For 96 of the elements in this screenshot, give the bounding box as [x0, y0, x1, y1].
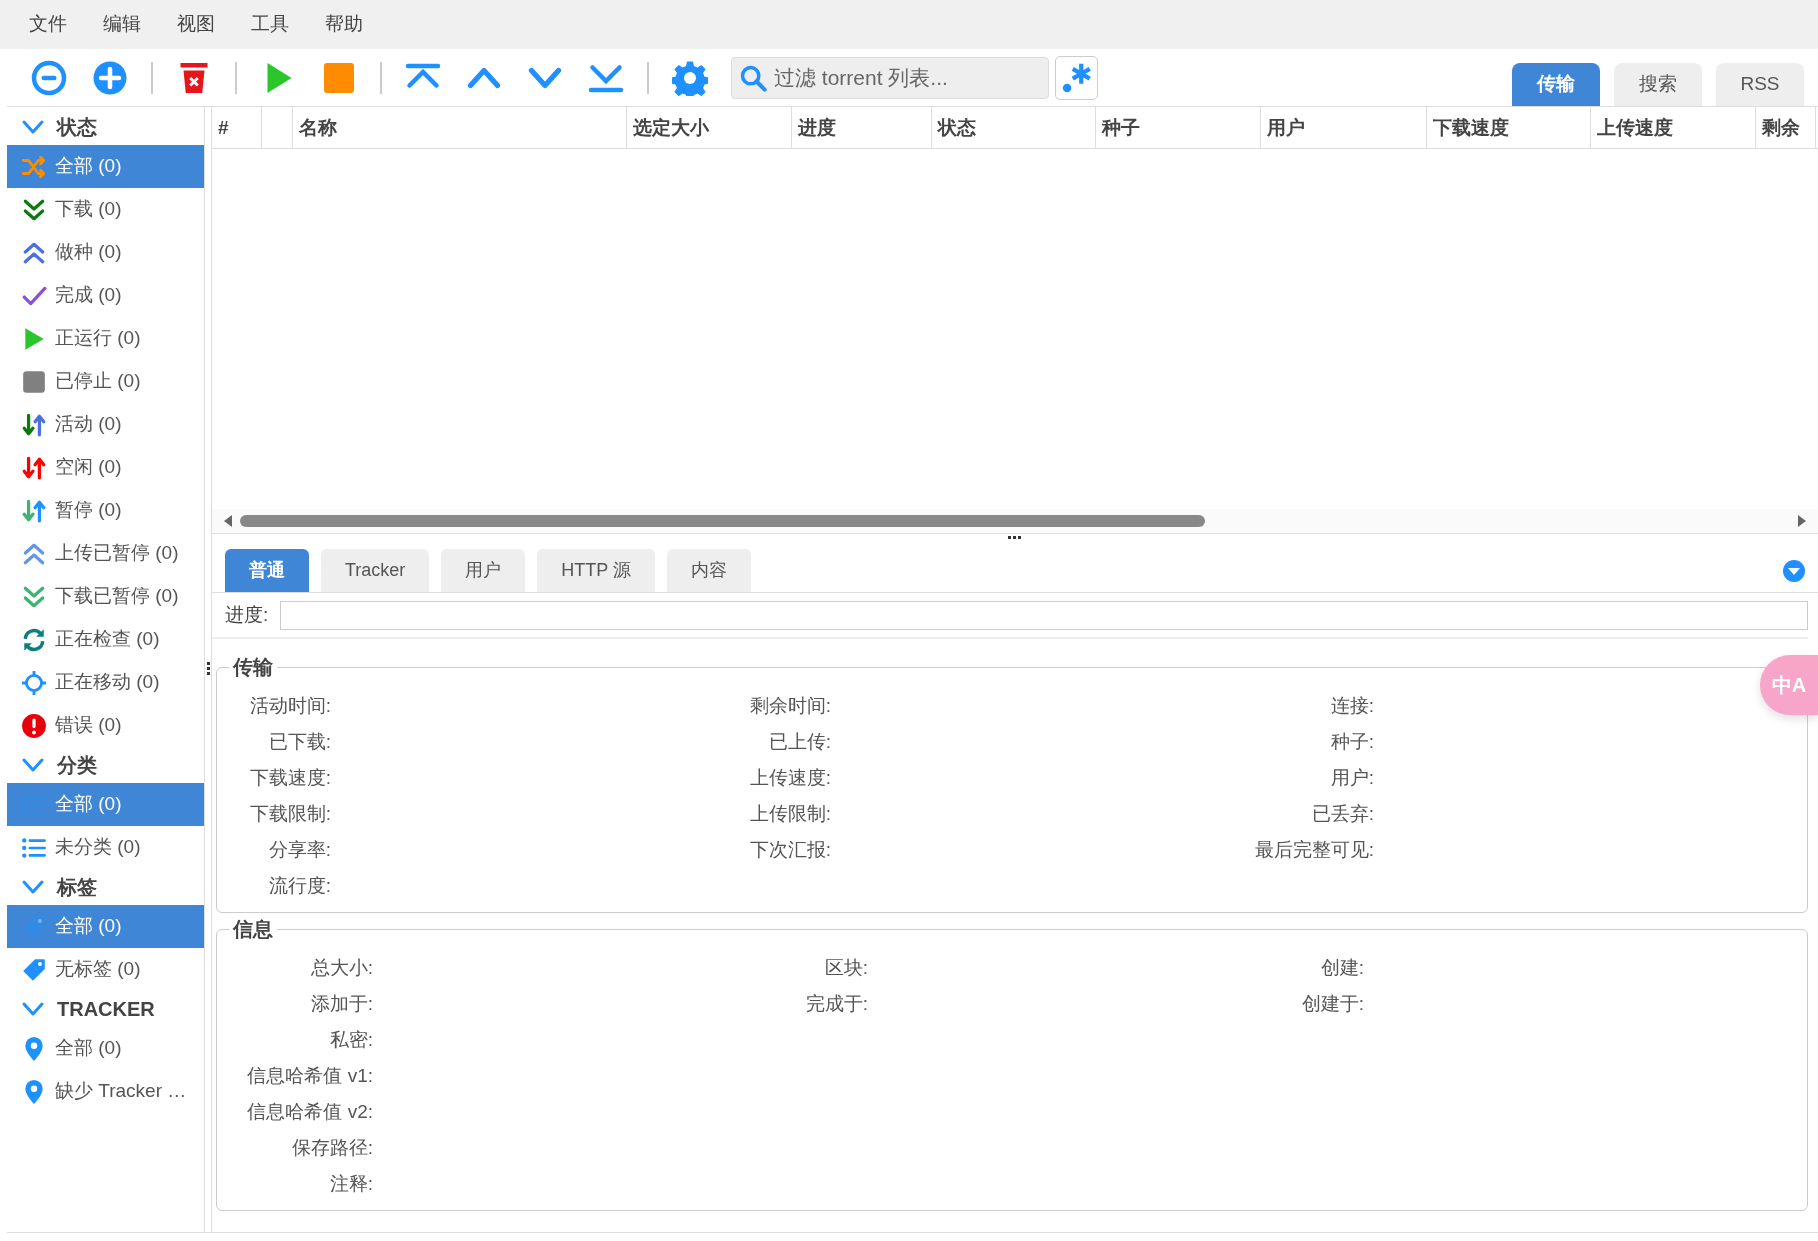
- filter-item[interactable]: 全部 (0): [7, 905, 204, 948]
- filter-item[interactable]: 无标签 (0): [7, 948, 204, 991]
- field-label: 已上传:: [768, 729, 831, 754]
- column-header[interactable]: 上传速度: [1591, 107, 1756, 148]
- menu-item[interactable]: 视图: [177, 10, 215, 39]
- field-label: 上传速度:: [749, 765, 831, 790]
- menu-item[interactable]: 工具: [251, 10, 289, 39]
- error-icon: [21, 712, 47, 739]
- square-icon: [21, 368, 47, 395]
- field-label: 完成于:: [805, 991, 868, 1016]
- detail-tab[interactable]: 用户: [441, 549, 526, 592]
- field-label: 下载速度:: [249, 765, 331, 790]
- crosshair-icon: [21, 669, 47, 696]
- section-header[interactable]: 分类: [7, 747, 204, 783]
- menu-item[interactable]: 编辑: [103, 10, 141, 39]
- field-label: 信息哈希值 v2:: [247, 1099, 373, 1124]
- settings-icon[interactable]: [672, 59, 708, 96]
- field-label: 保存路径:: [291, 1135, 373, 1160]
- field-label: 私密:: [329, 1027, 373, 1052]
- field-label: 已丢弃:: [1311, 801, 1374, 826]
- filter-item[interactable]: 正在检查 (0): [7, 618, 204, 661]
- filter-item[interactable]: 完成 (0): [7, 274, 204, 317]
- add-icon[interactable]: [92, 59, 128, 96]
- filter-item[interactable]: 未分类 (0): [7, 826, 204, 869]
- tag-icon: [21, 913, 47, 940]
- field-label: 剩余时间:: [749, 693, 831, 718]
- splitter-handle[interactable]: [1008, 536, 1022, 540]
- field-label: 最后完整可见:: [1254, 837, 1374, 862]
- detail-tab[interactable]: HTTP 源: [537, 549, 655, 592]
- column-header[interactable]: #: [212, 107, 262, 148]
- section-header[interactable]: 标签: [7, 869, 204, 905]
- filter-item[interactable]: 上传已暂停 (0): [7, 532, 204, 575]
- field-label: 创建:: [1320, 955, 1364, 980]
- filter-item[interactable]: 缺少 Tracker …: [7, 1070, 204, 1113]
- refresh-icon: [21, 626, 47, 653]
- section-header[interactable]: 状态: [7, 109, 204, 145]
- menu-item[interactable]: 帮助: [325, 10, 363, 39]
- field-label: 分享率:: [268, 837, 331, 862]
- filter-item[interactable]: 下载已暂停 (0): [7, 575, 204, 618]
- column-header[interactable]: 下载速度: [1427, 107, 1591, 148]
- column-header[interactable]: 进度: [792, 107, 932, 148]
- scroll-left-icon[interactable]: [222, 514, 234, 528]
- filter-item[interactable]: 全部 (0): [7, 1027, 204, 1070]
- column-header[interactable]: 用户: [1261, 107, 1427, 148]
- field-label: 添加于:: [310, 991, 373, 1016]
- scroll-right-icon[interactable]: [1796, 514, 1808, 528]
- field-label: 下次汇报:: [749, 837, 831, 862]
- detail-tab[interactable]: Tracker: [321, 549, 430, 592]
- link-icon[interactable]: [31, 59, 67, 96]
- filter-item[interactable]: 活动 (0): [7, 403, 204, 446]
- section-header[interactable]: TRACKER: [7, 991, 204, 1027]
- tag-icon: [21, 956, 47, 983]
- field-label: 连接:: [1330, 693, 1374, 718]
- search-field[interactable]: 过滤 torrent 列表...: [731, 56, 1049, 99]
- field-label: 用户:: [1330, 765, 1374, 790]
- filter-item[interactable]: 错误 (0): [7, 704, 204, 747]
- filter-item[interactable]: 已停止 (0): [7, 360, 204, 403]
- field-label: 区块:: [824, 955, 868, 980]
- shuffle-icon: [21, 153, 47, 180]
- field-label: 下载限制:: [249, 801, 331, 826]
- filter-item[interactable]: 全部 (0): [7, 145, 204, 188]
- column-header[interactable]: 选定大小: [627, 107, 792, 148]
- arrows-icon: [21, 411, 47, 438]
- filter-item[interactable]: 下载 (0): [7, 188, 204, 231]
- view-tab[interactable]: 搜索: [1614, 63, 1702, 106]
- splitter-handle[interactable]: [206, 662, 210, 676]
- column-header[interactable]: 剩余: [1756, 107, 1816, 148]
- filter-item[interactable]: 做种 (0): [7, 231, 204, 274]
- regex-button[interactable]: [1055, 55, 1098, 100]
- filter-item[interactable]: 正运行 (0): [7, 317, 204, 360]
- field-label: 上传限制:: [749, 801, 831, 826]
- field-label: 种子:: [1330, 729, 1374, 754]
- filter-item[interactable]: 全部 (0): [7, 783, 204, 826]
- column-header[interactable]: 状态: [932, 107, 1096, 148]
- collapse-icon[interactable]: [1782, 558, 1806, 583]
- scroll-bar[interactable]: [212, 509, 1818, 533]
- field-label: 流行度:: [268, 873, 331, 898]
- field-label: 总大小:: [310, 955, 373, 980]
- filter-item[interactable]: 暂停 (0): [7, 489, 204, 532]
- column-header[interactable]: 名称: [293, 107, 627, 148]
- arrows-icon: [21, 454, 47, 481]
- field-label: 活动时间:: [249, 693, 331, 718]
- field-label: 已下载:: [268, 729, 331, 754]
- view-tab[interactable]: 传输: [1512, 63, 1600, 106]
- filter-item[interactable]: 空闲 (0): [7, 446, 204, 489]
- field-label: 创建于:: [1301, 991, 1364, 1016]
- menu-item[interactable]: 文件: [29, 10, 67, 39]
- detail-tab[interactable]: 普通: [225, 549, 309, 592]
- column-header[interactable]: 种子: [1096, 107, 1261, 148]
- field-label: 注释:: [329, 1171, 373, 1196]
- detail-tab[interactable]: 内容: [667, 549, 751, 592]
- filter-item[interactable]: 正在移动 (0): [7, 661, 204, 704]
- arrows-icon: [21, 497, 47, 524]
- progress-label: 进度:: [225, 602, 269, 627]
- view-tab[interactable]: RSS: [1716, 63, 1804, 106]
- field-label: 信息哈希值 v1:: [247, 1063, 373, 1088]
